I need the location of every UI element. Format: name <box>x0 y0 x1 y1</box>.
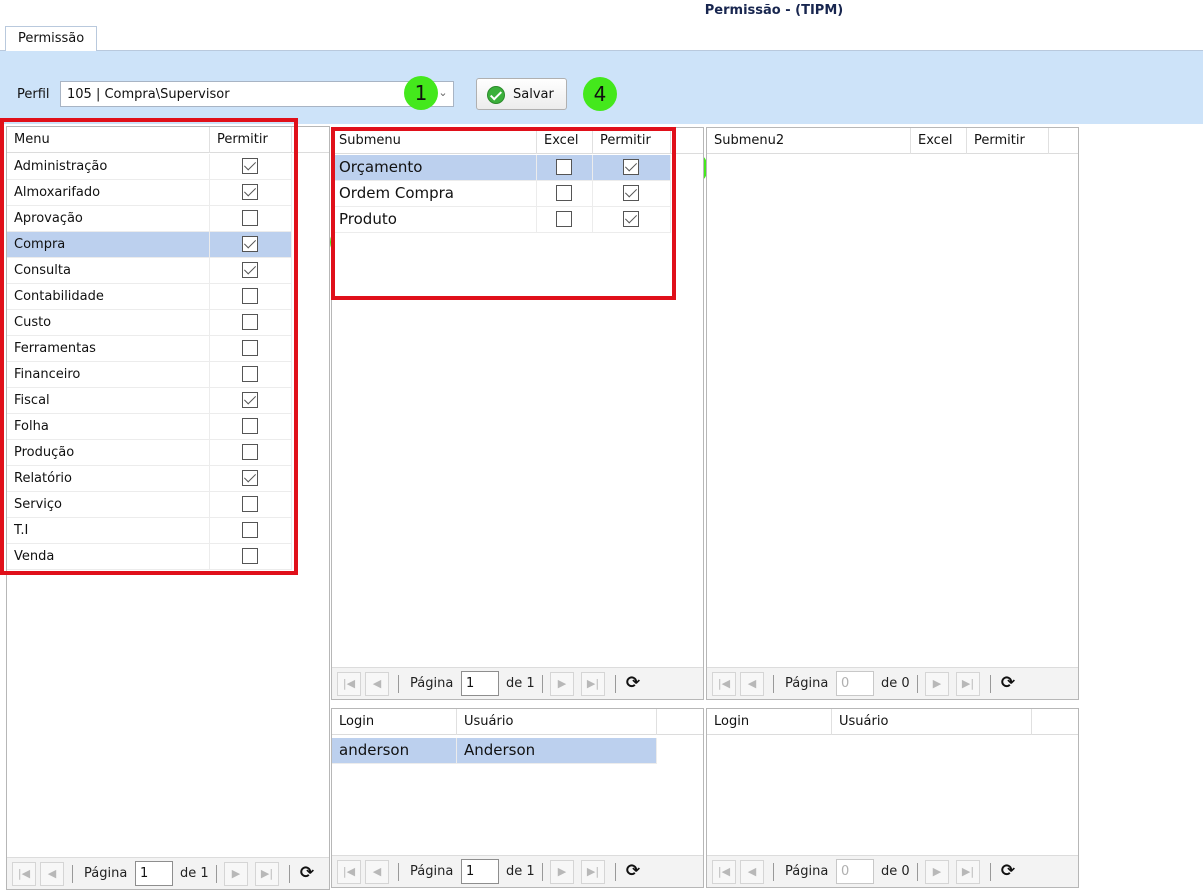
pager-separator <box>542 675 543 693</box>
next-page-icon[interactable]: ▶ <box>224 862 248 886</box>
pager-page-input[interactable]: 0 <box>836 671 874 696</box>
save-button[interactable]: Salvar <box>476 78 567 110</box>
pager-page-input[interactable]: 1 <box>461 859 499 884</box>
save-button-label: Salvar <box>513 87 554 102</box>
last-page-icon[interactable]: ▶| <box>956 672 980 696</box>
first-page-icon[interactable]: |◀ <box>337 672 361 696</box>
pager-page-label: Página <box>410 864 454 879</box>
column-usuario[interactable]: Usuário <box>832 709 1032 735</box>
pager-separator <box>917 863 918 881</box>
users2-grid: Login Usuário |◀ ◀ Página 0 de 0 ▶ ▶| ⟳ <box>706 708 1079 888</box>
refresh-icon[interactable]: ⟳ <box>624 674 642 692</box>
pager-separator <box>773 863 774 881</box>
annotation-badge-4: 4 <box>583 77 617 111</box>
next-page-icon[interactable]: ▶ <box>550 860 574 884</box>
column-submenu2[interactable]: Submenu2 <box>707 128 911 154</box>
first-page-icon[interactable]: |◀ <box>712 860 736 884</box>
cell-login: anderson <box>332 738 457 763</box>
last-page-icon[interactable]: ▶| <box>255 862 279 886</box>
prev-page-icon[interactable]: ◀ <box>40 862 64 886</box>
pager-page-input[interactable]: 0 <box>836 859 874 884</box>
table-row[interactable]: anderson Anderson <box>332 738 657 764</box>
users2-grid-header: Login Usuário <box>707 709 1078 735</box>
last-page-icon[interactable]: ▶| <box>581 672 605 696</box>
highlight-box-submenu <box>331 127 676 300</box>
prev-page-icon[interactable]: ◀ <box>740 672 764 696</box>
pager-separator <box>773 675 774 693</box>
pager-separator <box>990 863 991 881</box>
annotation-badge-1: 1 <box>404 76 438 110</box>
pager-page-input[interactable]: 1 <box>135 861 173 886</box>
first-page-icon[interactable]: |◀ <box>712 672 736 696</box>
submenu-grid-pager: |◀ ◀ Página 1 de 1 ▶ ▶| ⟳ <box>332 667 703 699</box>
column-excel[interactable]: Excel <box>911 128 967 154</box>
chevron-down-icon[interactable]: ⌄ <box>436 86 450 100</box>
pager-total: de 1 <box>506 864 535 879</box>
next-page-icon[interactable]: ▶ <box>550 672 574 696</box>
highlight-box-menu <box>0 118 298 575</box>
prev-page-icon[interactable]: ◀ <box>365 672 389 696</box>
check-circle-icon <box>487 86 505 104</box>
last-page-icon[interactable]: ▶| <box>956 860 980 884</box>
refresh-icon[interactable]: ⟳ <box>999 862 1017 880</box>
last-page-icon[interactable]: ▶| <box>581 860 605 884</box>
pager-separator <box>289 865 290 883</box>
users-grid-pager: |◀ ◀ Página 1 de 1 ▶ ▶| ⟳ <box>332 855 703 887</box>
prev-page-icon[interactable]: ◀ <box>740 860 764 884</box>
cell-usuario: Anderson <box>457 738 657 763</box>
column-login[interactable]: Login <box>707 709 832 735</box>
perfil-value: 105 | Compra\Supervisor <box>67 87 230 102</box>
column-login[interactable]: Login <box>332 709 457 735</box>
pager-page-label: Página <box>785 864 829 879</box>
refresh-icon[interactable]: ⟳ <box>298 864 316 882</box>
submenu2-grid-header: Submenu2 Excel Permitir <box>707 128 1078 154</box>
column-permitir[interactable]: Permitir <box>967 128 1049 154</box>
first-page-icon[interactable]: |◀ <box>12 862 36 886</box>
pager-separator <box>398 675 399 693</box>
window-title: Permissão - (TIPM) <box>704 3 844 18</box>
pager-separator <box>398 863 399 881</box>
pager-total: de 1 <box>180 866 209 881</box>
first-page-icon[interactable]: |◀ <box>337 860 361 884</box>
pager-separator <box>615 863 616 881</box>
pager-separator <box>72 865 73 883</box>
pager-total: de 0 <box>881 864 910 879</box>
submenu2-grid: Submenu2 Excel Permitir |◀ ◀ Página 0 de… <box>706 127 1079 700</box>
pager-separator <box>917 675 918 693</box>
pager-page-input[interactable]: 1 <box>461 671 499 696</box>
perfil-label: Perfil <box>17 87 50 102</box>
pager-separator <box>216 865 217 883</box>
pager-page-label: Página <box>785 676 829 691</box>
users-grid-header: Login Usuário <box>332 709 703 735</box>
perfil-combobox[interactable]: 105 | Compra\Supervisor ⌄ <box>60 81 454 107</box>
submenu2-grid-pager: |◀ ◀ Página 0 de 0 ▶ ▶| ⟳ <box>707 667 1078 699</box>
next-page-icon[interactable]: ▶ <box>925 860 949 884</box>
pager-total: de 0 <box>881 676 910 691</box>
prev-page-icon[interactable]: ◀ <box>365 860 389 884</box>
tab-permissao[interactable]: Permissão <box>5 26 98 52</box>
pager-separator <box>542 863 543 881</box>
tab-strip: Permissão <box>0 24 1203 52</box>
refresh-icon[interactable]: ⟳ <box>624 862 642 880</box>
pager-separator <box>990 675 991 693</box>
users2-grid-pager: |◀ ◀ Página 0 de 0 ▶ ▶| ⟳ <box>707 855 1078 887</box>
pager-page-label: Página <box>410 676 454 691</box>
pager-total: de 1 <box>506 676 535 691</box>
next-page-icon[interactable]: ▶ <box>925 672 949 696</box>
column-usuario[interactable]: Usuário <box>457 709 657 735</box>
users-grid: Login Usuário anderson Anderson |◀ ◀ Pág… <box>331 708 704 888</box>
pager-page-label: Página <box>84 866 128 881</box>
pager-separator <box>615 675 616 693</box>
menu-grid-pager: |◀ ◀ Página 1 de 1 ▶ ▶| ⟳ <box>7 857 329 889</box>
refresh-icon[interactable]: ⟳ <box>999 674 1017 692</box>
